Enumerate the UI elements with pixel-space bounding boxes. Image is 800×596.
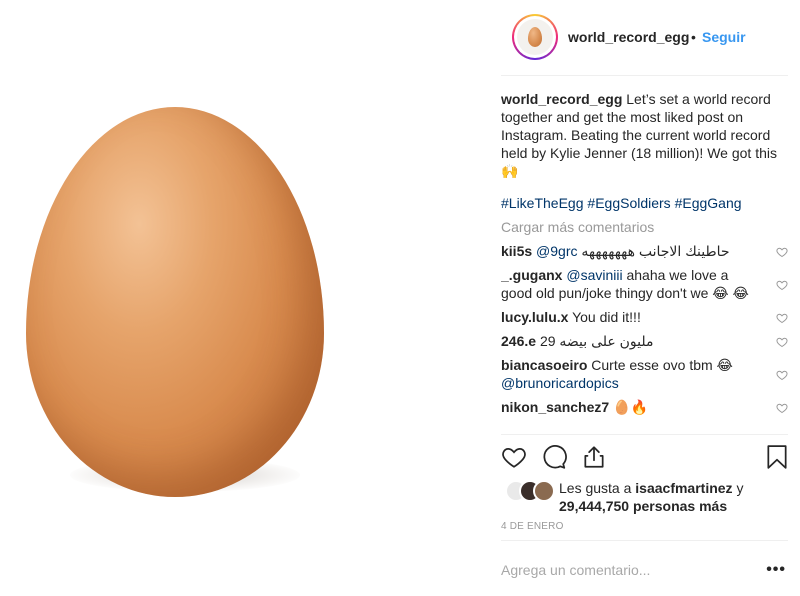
comment-mention[interactable]: @saviniii [566, 267, 622, 283]
hashtag-link[interactable]: #EggGang [675, 195, 742, 211]
egg-image [26, 107, 324, 497]
post-caption: world_record_egg Let’s set a world recor… [501, 90, 788, 180]
more-options-icon[interactable]: ••• [766, 561, 786, 579]
post-date[interactable]: 4 DE ENERO [501, 521, 564, 532]
avatar [533, 480, 555, 502]
bookmark-icon[interactable] [764, 444, 790, 470]
hashtag-link[interactable]: #EggSoldiers [587, 195, 670, 211]
comment-mention[interactable]: @9grc [536, 243, 577, 259]
separator-dot: • [691, 29, 696, 45]
comment-heart-icon[interactable] [776, 402, 788, 414]
comment-text: You did it!!! [572, 309, 641, 325]
likes-prefix: Les gusta a [559, 480, 632, 496]
comment-row: 246.e مليون على بيضه 29 [501, 332, 788, 350]
comment-icon[interactable] [541, 444, 567, 470]
comment-username[interactable]: 246.e [501, 333, 536, 349]
hashtag-link[interactable]: #LikeTheEgg [501, 195, 584, 211]
comment-mention[interactable]: @brunoricardopics [501, 375, 619, 391]
liker-avatars[interactable] [505, 480, 555, 502]
caption-username[interactable]: world_record_egg [501, 91, 622, 107]
comment-heart-icon[interactable] [776, 369, 788, 381]
likes-summary: Les gusta a isaacfmartinez y 29,444,750 … [501, 476, 788, 518]
comment-heart-icon[interactable] [776, 336, 788, 348]
comment-heart-icon[interactable] [776, 246, 788, 258]
comment-row: nikon_sanchez7 🥚🔥 [501, 398, 788, 416]
comment-row: kii5s @9grc حاطينك الاجانب هههههههه [501, 242, 788, 260]
comments-list[interactable]: world_record_egg Let’s set a world recor… [501, 90, 788, 434]
heart-icon[interactable] [501, 444, 527, 470]
comment-text: 🥚🔥 [613, 399, 648, 415]
comment-heart-icon[interactable] [776, 279, 788, 291]
comment-row: _.guganx @saviniii ahaha we love a good … [501, 266, 788, 302]
header-username[interactable]: world_record_egg [568, 29, 689, 45]
comment-username[interactable]: _.guganx [501, 267, 562, 283]
comment-heart-icon[interactable] [776, 312, 788, 324]
likes-username[interactable]: isaacfmartinez [635, 480, 732, 496]
likes-text: Les gusta a isaacfmartinez y 29,444,750 … [559, 479, 743, 515]
comment-text: Curte esse ovo tbm 😂 [591, 357, 733, 373]
comment-username[interactable]: kii5s [501, 243, 532, 259]
post-image[interactable] [0, 0, 487, 596]
comment-text: حاطينك الاجانب هههههههه [581, 243, 730, 259]
comment-input[interactable] [501, 559, 751, 581]
comment-row: biancasoeiro Curte esse ovo tbm 😂 @bruno… [501, 356, 788, 392]
post-actions [501, 434, 788, 474]
post-header: world_record_egg • Seguir [501, 0, 788, 76]
add-comment-section: ••• [501, 540, 788, 596]
comment-username[interactable]: biancasoeiro [501, 357, 587, 373]
comment-row: lucy.lulu.x You did it!!! [501, 308, 788, 326]
comment-username[interactable]: lucy.lulu.x [501, 309, 568, 325]
post-sidebar: world_record_egg • Seguir world_record_e… [487, 0, 800, 596]
comment-text: مليون على بيضه 29 [539, 333, 654, 349]
load-more-comments-button[interactable]: Cargar más comentarios [501, 218, 788, 236]
avatar[interactable] [512, 14, 558, 60]
hashtags: #LikeTheEgg #EggSoldiers #EggGang [501, 194, 788, 212]
share-icon[interactable] [581, 444, 607, 470]
likes-count[interactable]: 29,444,750 personas más [559, 498, 727, 514]
egg-avatar-icon [528, 27, 542, 47]
follow-button[interactable]: Seguir [702, 29, 746, 45]
likes-joiner: y [736, 480, 744, 496]
comment-username[interactable]: nikon_sanchez7 [501, 399, 609, 415]
